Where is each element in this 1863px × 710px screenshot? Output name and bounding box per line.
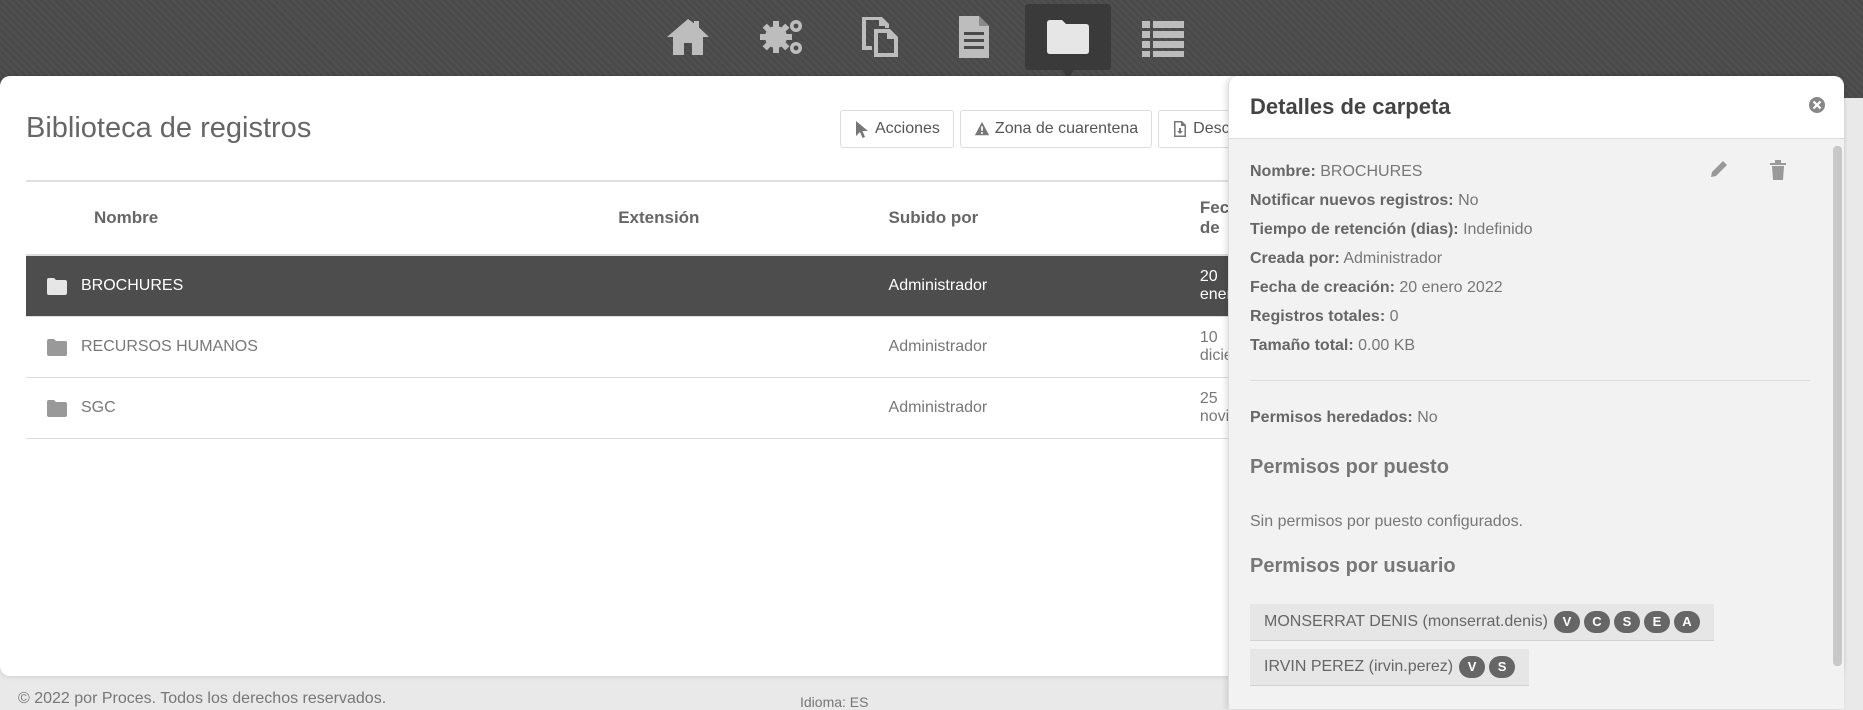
field-retention-value: Indefinido bbox=[1463, 221, 1533, 238]
row-name-cell: BROCHURES bbox=[26, 255, 618, 317]
header-uploaded-by[interactable]: Subido por bbox=[887, 180, 1199, 256]
field-total-size: Tamaño total: 0.00 KB bbox=[1250, 331, 1823, 360]
edit-folder-button[interactable] bbox=[1709, 159, 1729, 179]
field-total-records-label: Registros totales: bbox=[1250, 308, 1386, 325]
position-perms-empty: Sin permisos por puesto configurados. bbox=[1250, 513, 1524, 530]
field-created-date: Fecha de creación: 20 enero 2022 bbox=[1250, 273, 1823, 302]
nav-list[interactable] bbox=[1120, 4, 1206, 70]
delete-folder-button[interactable] bbox=[1768, 159, 1788, 181]
detail-title: Detalles de carpeta bbox=[1250, 94, 1451, 119]
row-name: BROCHURES bbox=[81, 277, 184, 294]
row-name: RECURSOS HUMANOS bbox=[81, 338, 258, 355]
permission-badge: S bbox=[1489, 656, 1516, 678]
footer-language[interactable]: Idioma: ES bbox=[800, 694, 868, 710]
actions-button[interactable]: Acciones bbox=[840, 110, 954, 148]
detail-scrollbar[interactable] bbox=[1833, 146, 1842, 666]
permission-badge: E bbox=[1643, 611, 1670, 633]
row-uploaded-by: Administrador bbox=[887, 255, 1199, 317]
header-name[interactable]: Nombre bbox=[26, 180, 618, 256]
close-button[interactable] bbox=[1808, 96, 1826, 114]
document-icon bbox=[959, 16, 989, 58]
field-created-date-value: 20 enero 2022 bbox=[1399, 279, 1503, 296]
field-name-label: Nombre: bbox=[1250, 163, 1316, 180]
quarantine-label: Zona de cuarentena bbox=[994, 120, 1139, 137]
cursor-icon bbox=[856, 121, 868, 138]
field-total-size-label: Tamaño total: bbox=[1250, 337, 1354, 354]
field-created-date-label: Fecha de creación: bbox=[1250, 279, 1395, 296]
detail-header: Detalles de carpeta bbox=[1229, 76, 1844, 139]
nav-folders[interactable] bbox=[1025, 4, 1111, 78]
user-perms-heading: Permisos por usuario bbox=[1250, 555, 1456, 577]
table-row[interactable]: BROCHURES Administrador 20 enero 2 bbox=[26, 255, 1256, 317]
field-inherited: Permisos heredados: No bbox=[1250, 403, 1823, 432]
table-header-row: Nombre Extensión Subido por Fecha de bbox=[26, 180, 1256, 256]
field-created-by-value: Administrador bbox=[1343, 250, 1443, 267]
toolbar: Acciones Zona de cuarentena Descar bbox=[840, 110, 1264, 148]
permission-badge: V bbox=[1459, 656, 1486, 678]
nav-settings[interactable] bbox=[740, 4, 826, 70]
field-notify: Notificar nuevos registros: No bbox=[1250, 186, 1823, 215]
field-inherited-label: Permisos heredados: bbox=[1250, 409, 1413, 426]
field-notify-label: Notificar nuevos registros: bbox=[1250, 192, 1454, 209]
detail-body: Nombre: BROCHURES Notificar nuevos regis… bbox=[1229, 139, 1844, 694]
table-row[interactable]: RECURSOS HUMANOS Administrador 10 diciem… bbox=[26, 316, 1256, 378]
trash-icon bbox=[1770, 160, 1786, 180]
home-icon bbox=[667, 19, 709, 55]
user-label: MONSERRAT DENIS (monserrat.denis) bbox=[1264, 613, 1548, 630]
footer-copyright: © 2022 por Proces. Todos los derechos re… bbox=[18, 690, 387, 707]
row-name-cell: RECURSOS HUMANOS bbox=[26, 316, 618, 378]
permission-badge: A bbox=[1673, 611, 1700, 633]
page-title: Biblioteca de registros bbox=[26, 112, 312, 144]
row-uploaded-by: Administrador bbox=[887, 316, 1199, 378]
permission-badge: S bbox=[1613, 611, 1640, 633]
close-circle-icon bbox=[1809, 97, 1825, 113]
position-perms-heading: Permisos por puesto bbox=[1250, 456, 1449, 478]
row-extension bbox=[617, 255, 888, 317]
main-nav bbox=[645, 4, 1215, 78]
quarantine-button[interactable]: Zona de cuarentena bbox=[959, 110, 1153, 148]
folder-icon bbox=[1047, 20, 1089, 54]
field-notify-value: No bbox=[1458, 192, 1479, 209]
row-uploaded-by: Administrador bbox=[887, 377, 1199, 439]
user-label: IRVIN PEREZ (irvin.perez) bbox=[1264, 658, 1454, 675]
field-retention-label: Tiempo de retención (dias): bbox=[1250, 221, 1459, 238]
divider bbox=[1250, 380, 1810, 381]
folder-details-panel: Detalles de carpeta Nombre: BROCHURES No… bbox=[1228, 76, 1844, 709]
row-name: SGC bbox=[81, 399, 116, 416]
table-row[interactable]: SGC Administrador 25 noviem bbox=[26, 377, 1256, 439]
field-total-size-value: 0.00 KB bbox=[1358, 337, 1416, 354]
header-extension[interactable]: Extensión bbox=[617, 180, 888, 256]
permission-badge: C bbox=[1583, 611, 1610, 633]
folder-icon bbox=[47, 338, 67, 356]
copy-docs-icon bbox=[862, 17, 898, 57]
nav-documents[interactable] bbox=[930, 4, 1016, 70]
folder-icon bbox=[47, 277, 67, 295]
actions-label: Acciones bbox=[875, 120, 940, 137]
field-name-value: BROCHURES bbox=[1320, 163, 1423, 180]
user-perms-list: MONSERRAT DENIS (monserrat.denis) VCSEA … bbox=[1250, 604, 1823, 694]
nav-copy-docs[interactable] bbox=[835, 4, 921, 70]
field-name: Nombre: BROCHURES bbox=[1250, 157, 1823, 186]
row-name-cell: SGC bbox=[26, 377, 618, 439]
field-created-by: Creada por: Administrador bbox=[1250, 244, 1823, 273]
permission-badge: V bbox=[1553, 611, 1580, 633]
file-download-icon bbox=[1174, 121, 1187, 137]
field-inherited-value: No bbox=[1417, 409, 1438, 426]
field-retention: Tiempo de retención (dias): Indefinido bbox=[1250, 215, 1823, 244]
pencil-icon bbox=[1711, 161, 1727, 177]
user-permission-row[interactable]: MONSERRAT DENIS (monserrat.denis) VCSEA bbox=[1250, 604, 1714, 641]
records-table: Nombre Extensión Subido por Fecha de BRO… bbox=[26, 180, 1256, 439]
user-permission-row[interactable]: IRVIN PEREZ (irvin.perez) VS bbox=[1250, 649, 1530, 686]
warning-icon bbox=[974, 121, 990, 136]
field-created-by-label: Creada por: bbox=[1250, 250, 1340, 267]
row-extension bbox=[617, 377, 888, 439]
nav-home[interactable] bbox=[645, 4, 731, 70]
gears-icon bbox=[760, 20, 802, 54]
list-icon bbox=[1142, 21, 1184, 57]
field-total-records: Registros totales: 0 bbox=[1250, 302, 1823, 331]
field-total-records-value: 0 bbox=[1389, 308, 1399, 325]
row-extension bbox=[617, 316, 888, 378]
folder-icon bbox=[47, 399, 67, 417]
